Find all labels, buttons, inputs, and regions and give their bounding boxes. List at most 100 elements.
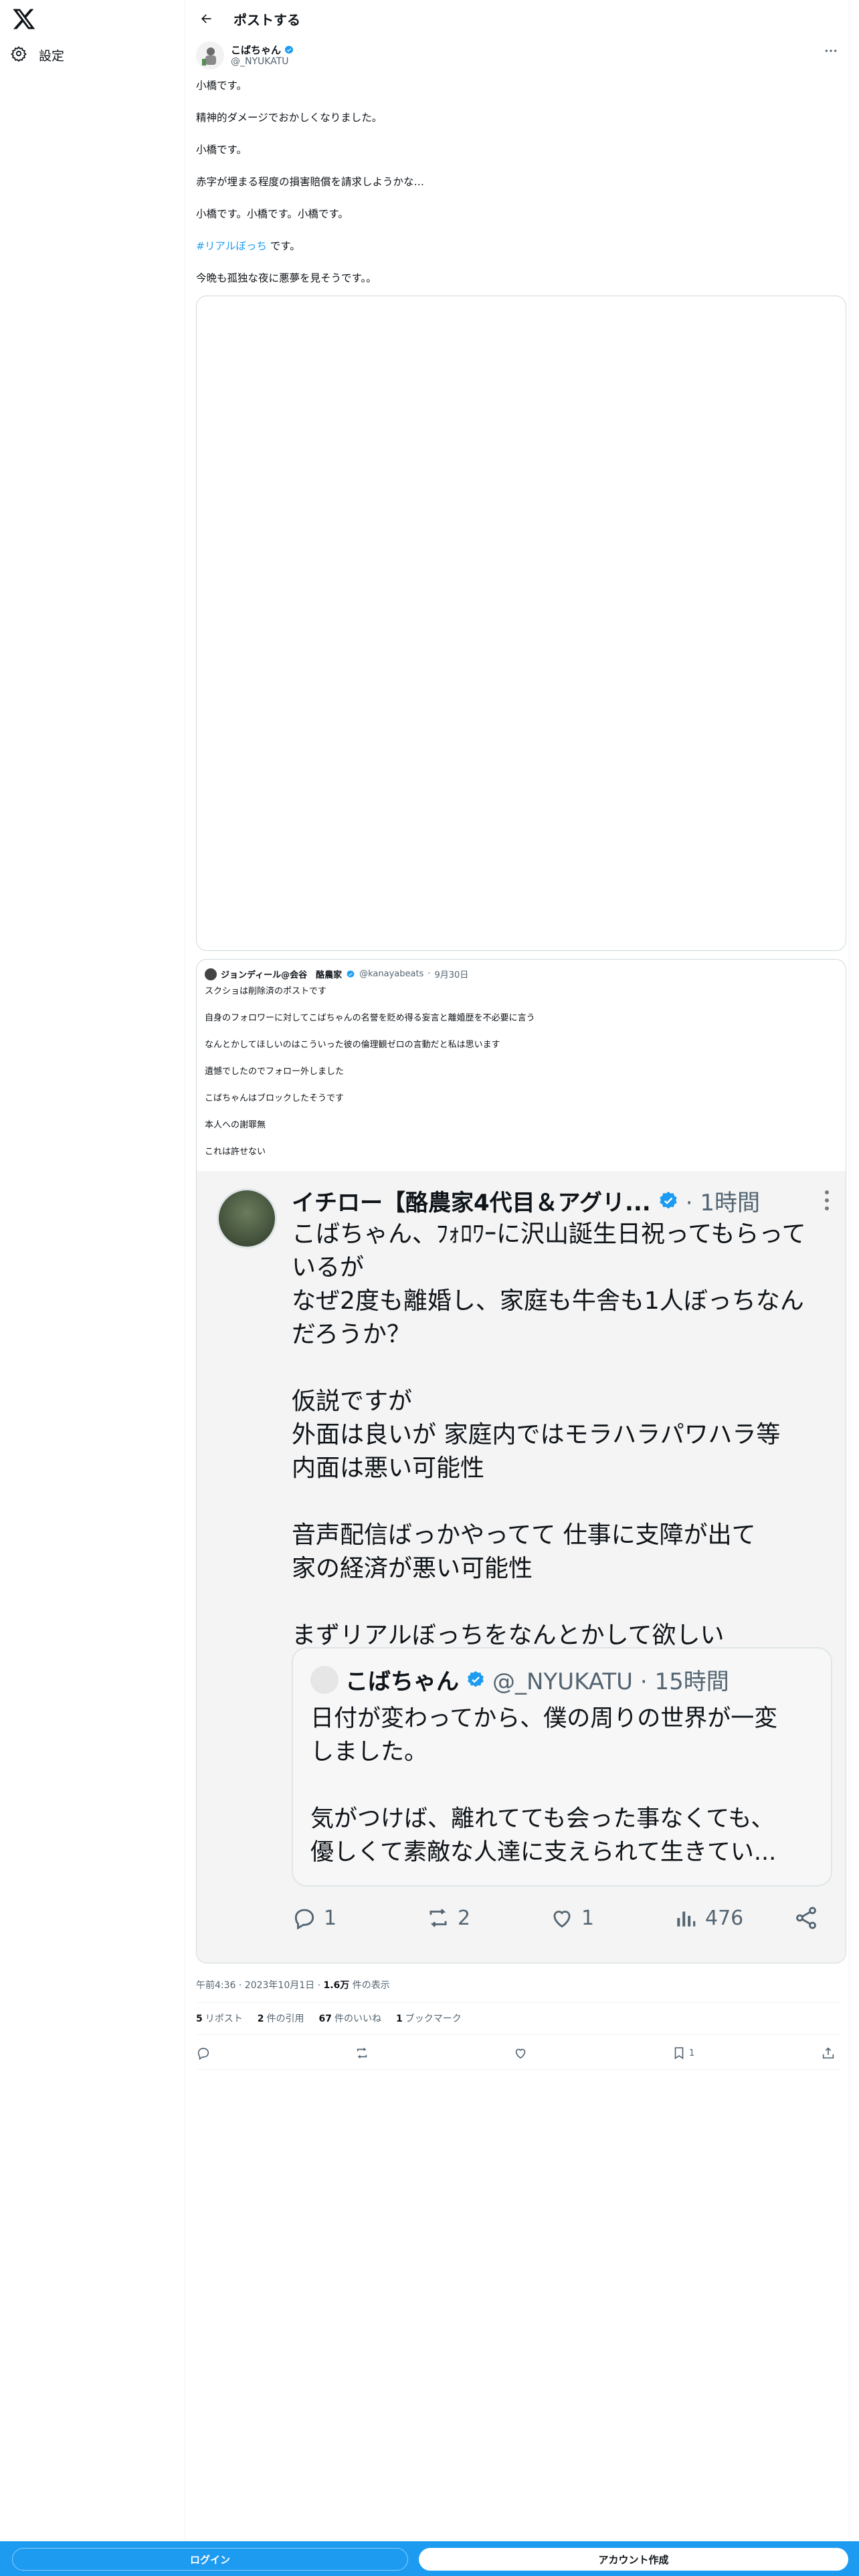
embed-repost: 2 bbox=[425, 1905, 549, 1931]
quote-text: スクショは削除済のポストです 自身のフォロワーに対してこばちゃんの名誉を貶め得る… bbox=[205, 985, 834, 1172]
quote-line: これは許せない bbox=[205, 1147, 266, 1157]
embed-line: こばちゃん、ﾌｫﾛﾜｰに沢山誕生日祝ってもらって bbox=[292, 1220, 806, 1248]
views-label: 件の表示 bbox=[349, 1980, 390, 1991]
login-button[interactable]: ログイン bbox=[12, 2548, 408, 2571]
embed-inner-line: 優しくて素敵な人達に支えられて生きてい... bbox=[310, 1839, 777, 1866]
like-button[interactable] bbox=[513, 2045, 528, 2061]
quote-line: こばちゃんはブロックしたそうです bbox=[205, 1093, 345, 1103]
post-timestamp[interactable]: 午前4:36 · 2023年10月1日 · bbox=[196, 1980, 324, 1991]
sidebar-item-settings[interactable]: 設定 bbox=[11, 41, 64, 68]
heart-icon bbox=[553, 1911, 571, 1928]
media-card[interactable] bbox=[196, 296, 846, 951]
top-bar: ポストする bbox=[185, 0, 850, 37]
sidebar: 設定 bbox=[0, 0, 185, 2576]
quote-separator: · bbox=[427, 969, 431, 979]
embed-inner-author-name: こばちゃん bbox=[345, 1669, 459, 1695]
hashtag-link[interactable]: #リアルぼっち bbox=[196, 240, 267, 252]
bookmark-button[interactable]: 1 bbox=[672, 2045, 694, 2061]
embed-line: 内面は悪い可能性 bbox=[292, 1455, 485, 1482]
quote-date: 9月30日 bbox=[434, 970, 469, 980]
quote-line: 自身のフォロワーに対してこばちゃんの名誉を貶め得る妄言と離婚歴を不必要に言う bbox=[205, 1013, 535, 1023]
avatar[interactable] bbox=[196, 41, 224, 70]
post-meta: 午前4:36 · 2023年10月1日 · 1.6万 件の表示 bbox=[196, 1978, 390, 1992]
embed-inner-quote: こばちゃん @_NYUKATU · 15時間 日付が変わってから、僕の周りの世界… bbox=[292, 1647, 832, 1887]
arrow-left-icon bbox=[201, 14, 211, 23]
post-line: 小橋です。 bbox=[196, 144, 247, 156]
embed-line: なぜ2度も離婚し、家庭も牛舎も1人ぼっちなん bbox=[292, 1287, 804, 1315]
settings-label: 設定 bbox=[39, 48, 65, 64]
repost-icon bbox=[430, 1909, 447, 1927]
screenshot-image: イチロー【酪農家4代目＆アグリ... · 1時間 こばちゃん、ﾌｫﾛﾜｰに沢山誕… bbox=[197, 1171, 846, 1963]
divider bbox=[196, 2034, 840, 2035]
signup-button[interactable]: アカウント作成 bbox=[419, 2548, 848, 2571]
post-line: 小橋です。 bbox=[196, 80, 247, 92]
likes-label: 件のいいね bbox=[334, 2014, 381, 2024]
embed-avatar bbox=[217, 1188, 277, 1249]
quote-avatar bbox=[205, 968, 217, 980]
stat-bookmarks[interactable]: 1 ブックマーク bbox=[396, 2012, 462, 2025]
share-nodes-icon bbox=[796, 1907, 816, 1929]
divider bbox=[196, 2002, 840, 2003]
embed-inner-line: しました。 bbox=[310, 1739, 428, 1765]
stat-reposts[interactable]: 5 リポスト bbox=[196, 2012, 243, 2025]
post-line: 精神的ダメージでおかしくなりました。 bbox=[196, 112, 383, 124]
quotes-count: 2 bbox=[257, 2014, 264, 2024]
quotes-label: 件の引用 bbox=[266, 2014, 304, 2024]
author-name-text: こばちゃん bbox=[231, 44, 282, 56]
kebab-icon bbox=[825, 1190, 829, 1210]
bookmarks-count: 1 bbox=[395, 2014, 403, 2024]
x-logo-icon[interactable] bbox=[12, 7, 36, 31]
embed-line: 家の経済が悪い可能性 bbox=[292, 1555, 533, 1582]
page-title: ポストする bbox=[233, 12, 300, 28]
quote-author-name: ジョンディール@会谷 酪農家 bbox=[221, 970, 343, 980]
post-stats: 5 リポスト 2 件の引用 67 件のいいね 1 ブックマーク bbox=[196, 2012, 462, 2025]
post-line-hashtag: #リアルぼっち です。 bbox=[196, 238, 838, 254]
hashtag-suffix: です。 bbox=[266, 240, 300, 252]
post-line: 赤字が埋まる程度の損害賠償を請求しようかな… bbox=[196, 176, 425, 188]
reply-button[interactable] bbox=[196, 2045, 211, 2061]
embed-reply-count: 1 bbox=[324, 1906, 337, 1930]
embed-inner-text: 日付が変わってから、僕の周りの世界が一変 しました。 気がつけば、離れてても会っ… bbox=[310, 1702, 819, 1869]
stat-likes[interactable]: 67 件のいいね bbox=[319, 2012, 381, 2025]
quote-author-handle: @kanayabeats bbox=[359, 969, 424, 979]
embed-inner-header: こばちゃん @_NYUKATU · 15時間 bbox=[310, 1663, 729, 1696]
embed-line: 外面は良いが 家庭内ではモラハラパワハラ等 bbox=[292, 1421, 781, 1448]
page: 設定 ポストする こばちゃん @_NYUKATU 小橋です。 精神的ダメージでお… bbox=[0, 0, 859, 2576]
quote-header: ジョンディール@会谷 酪農家 @kanayabeats · 9月30日 bbox=[205, 968, 468, 980]
embed-line bbox=[292, 1352, 827, 1385]
embed-action-bar: 1 2 1 476 bbox=[292, 1905, 827, 1931]
post-text: 小橋です。 精神的ダメージでおかしくなりました。 小橋です。 赤字が埋まる程度の… bbox=[196, 78, 838, 302]
verified-badge-icon bbox=[468, 1671, 484, 1687]
back-button[interactable] bbox=[196, 9, 216, 29]
post-line: 今晩も孤独な夜に悪夢を見そうです。。 bbox=[196, 272, 377, 284]
repost-button[interactable] bbox=[355, 2045, 369, 2061]
share-button[interactable] bbox=[821, 2045, 836, 2061]
quote-line: なんとかしてほしいのはこういった彼の倫理観ゼロの言動だと私は思います bbox=[205, 1040, 500, 1050]
embed-share bbox=[793, 1905, 819, 1931]
embed-inner-avatar bbox=[310, 1665, 339, 1694]
embed-like: 1 bbox=[549, 1905, 673, 1931]
likes-count: 67 bbox=[318, 2014, 332, 2024]
main-column: ポストする こばちゃん @_NYUKATU 小橋です。 精神的ダメージでおかしく… bbox=[185, 0, 850, 2541]
analytics-icon bbox=[677, 1911, 696, 1927]
author-handle[interactable]: @_NYUKATU bbox=[231, 56, 289, 67]
author-name[interactable]: こばちゃん bbox=[231, 43, 294, 57]
more-icon bbox=[825, 49, 837, 52]
verified-badge-icon bbox=[660, 1191, 677, 1208]
quoted-post[interactable]: ジョンディール@会谷 酪農家 @kanayabeats · 9月30日 スクショ… bbox=[196, 959, 846, 1963]
reposts-label: リポスト bbox=[205, 2014, 243, 2024]
quote-line: スクショは削除済のポストです bbox=[205, 986, 327, 996]
embed-repost-count: 2 bbox=[458, 1906, 471, 1930]
views-count: 1.6万 bbox=[323, 1980, 350, 1991]
divider bbox=[196, 2069, 840, 2070]
stat-quotes[interactable]: 2 件の引用 bbox=[258, 2012, 304, 2025]
post-line: 小橋です。小橋です。小橋です。 bbox=[196, 208, 349, 220]
embed-line: いるが bbox=[292, 1254, 365, 1281]
embed-author-name: イチロー【酪農家4代目＆アグリ... bbox=[292, 1190, 651, 1216]
embed-inner-line: 日付が変わってから、僕の周りの世界が一変 bbox=[310, 1705, 778, 1732]
embed-line: だろうか？ bbox=[292, 1321, 411, 1348]
bookmarks-label: ブックマーク bbox=[405, 2014, 462, 2024]
more-options-button[interactable] bbox=[821, 43, 841, 59]
reply-icon bbox=[197, 2048, 209, 2060]
action-bar: 1 bbox=[185, 2041, 850, 2065]
